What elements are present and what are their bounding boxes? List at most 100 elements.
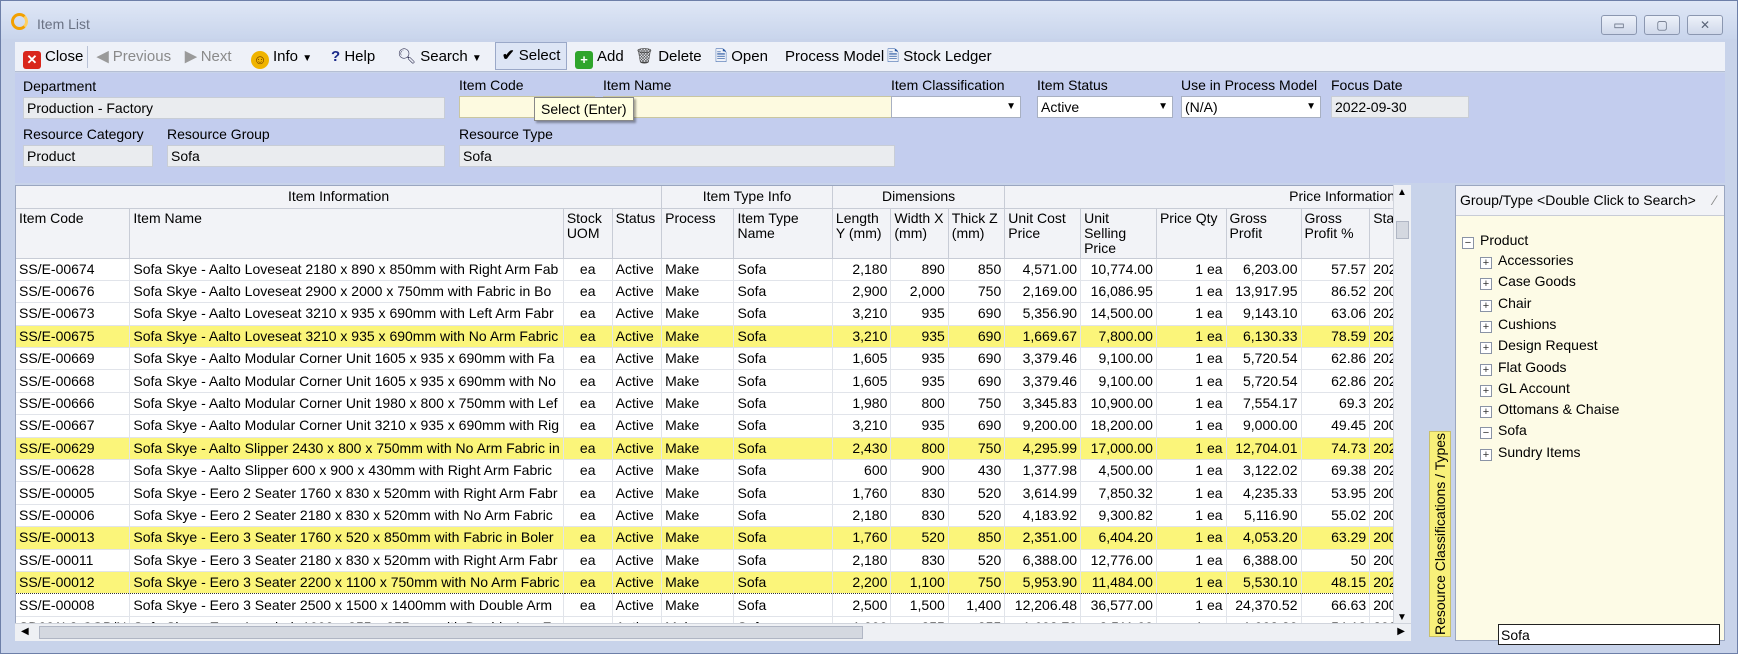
scroll-down-icon[interactable]: ▼ xyxy=(1397,612,1407,623)
collapse-icon[interactable]: − xyxy=(1462,237,1474,249)
column-header[interactable]: Gross Profit xyxy=(1226,208,1302,259)
tree-node-child[interactable]: − Sofa xyxy=(1480,420,1527,441)
search-dropdown-icon[interactable]: ▼ xyxy=(472,53,482,64)
table-row[interactable]: SS/E-00668 Sofa Skye - Aalto Modular Corn… xyxy=(16,369,1410,393)
tree-node-child[interactable]: + Design Request xyxy=(1480,335,1598,356)
column-header[interactable]: Status xyxy=(612,208,663,259)
tree-node-child[interactable]: + Chair xyxy=(1480,293,1531,314)
table-cell: 600 xyxy=(832,459,892,483)
table-row[interactable]: SS/E-00005 Sofa Skye - Eero 2 Seater 1760… xyxy=(16,481,1410,505)
column-header[interactable]: Item Name xyxy=(129,208,564,259)
scroll-left-icon[interactable]: ◀ xyxy=(21,626,29,637)
expand-icon[interactable]: + xyxy=(1480,278,1492,291)
item-name-field[interactable] xyxy=(603,96,893,118)
scroll-right-icon[interactable]: ▶ xyxy=(1397,626,1405,637)
table-cell: ea xyxy=(563,280,613,304)
expand-icon[interactable]: + xyxy=(1480,299,1492,312)
item-classification-select[interactable]: ▼ xyxy=(891,96,1021,118)
column-header[interactable]: Price Qty xyxy=(1156,208,1227,259)
select-button[interactable]: ✔ Select xyxy=(495,42,568,70)
table-row[interactable]: SS/E-00669 Sofa Skye - Aalto Modular Corn… xyxy=(16,347,1410,371)
expand-icon[interactable]: + xyxy=(1480,342,1492,355)
resource-group-field[interactable]: Sofa xyxy=(167,145,445,167)
column-header[interactable]: Thick Z (mm) xyxy=(948,208,1006,259)
resource-classifications-tab[interactable]: Resource Classifications / Types xyxy=(1429,431,1451,637)
column-header[interactable]: Unit Selling Price xyxy=(1080,208,1157,259)
close-button[interactable]: ✕ Close xyxy=(23,42,83,72)
column-header[interactable]: Length Y (mm) xyxy=(832,208,892,259)
maximize-button[interactable]: ▢ xyxy=(1644,15,1680,35)
column-header[interactable]: Item Code xyxy=(16,208,131,259)
table-row[interactable]: SS/E-00011 Sofa Skye - Eero 3 Seater 2180… xyxy=(16,549,1410,572)
expand-icon[interactable]: + xyxy=(1480,406,1492,419)
department-field[interactable]: Production - Factory xyxy=(23,97,445,119)
table-row[interactable]: SS/E-00008 Sofa Skye - Eero 3 Seater 2500… xyxy=(16,593,1410,617)
focus-date-label: Focus Date xyxy=(1331,77,1403,93)
item-status-select[interactable]: Active ▼ xyxy=(1037,96,1173,118)
chevron-down-icon[interactable]: ▼ xyxy=(1158,97,1168,117)
column-header[interactable]: Stock UOM xyxy=(563,208,613,259)
table-row[interactable]: SS/E-00012 Sofa Skye - Eero 3 Seater 2200… xyxy=(16,570,1410,595)
table-row[interactable]: SS/E-00675 Sofa Skye - Aalto Loveseat 321… xyxy=(16,325,1410,349)
expand-icon[interactable]: + xyxy=(1480,320,1492,333)
expand-icon[interactable]: + xyxy=(1480,363,1492,376)
stock-ledger-button[interactable]: 🗎︎ Stock Ledger xyxy=(887,42,992,72)
close-window-button[interactable]: ✕ xyxy=(1687,15,1723,35)
table-cell: ea xyxy=(563,347,613,371)
expand-icon[interactable]: + xyxy=(1480,448,1492,461)
tree-header[interactable]: Group/Type <Double Click to Search> ⁄ xyxy=(1456,186,1724,216)
tree-node-product[interactable]: − Product xyxy=(1462,230,1528,251)
table-row[interactable]: SS/E-00629 Sofa Skye - Aalto Slipper 2430… xyxy=(16,437,1410,461)
grid-vertical-scrollbar[interactable]: ▲ ▼ xyxy=(1393,185,1411,625)
column-header[interactable]: Unit Cost Price xyxy=(1004,208,1082,259)
tree-node-child[interactable]: + GL Account xyxy=(1480,378,1570,399)
tree-node-sofa-type[interactable]: Sofa xyxy=(1498,624,1720,645)
column-header[interactable]: Gross Profit % xyxy=(1301,208,1371,259)
table-row[interactable]: SS/E-00666 Sofa Skye - Aalto Modular Corn… xyxy=(16,392,1410,416)
expand-icon[interactable]: + xyxy=(1480,257,1492,269)
help-button[interactable]: ? Help xyxy=(331,42,375,72)
previous-button[interactable]: ◀ Previous xyxy=(97,42,171,72)
resource-category-field[interactable]: Product xyxy=(23,145,153,167)
table-row[interactable]: SS/E-00673 Sofa Skye - Aalto Loveseat 321… xyxy=(16,302,1410,326)
table-row[interactable]: SS/E-00676 Sofa Skye - Aalto Loveseat 290… xyxy=(16,280,1410,304)
table-row[interactable]: SS/E-00667 Sofa Skye - Aalto Modular Corn… xyxy=(16,414,1410,438)
scroll-thumb[interactable] xyxy=(39,626,863,639)
scroll-thumb[interactable] xyxy=(1396,221,1409,239)
info-dropdown-icon[interactable]: ▼ xyxy=(302,53,312,64)
department-label: Department xyxy=(23,78,97,94)
table-cell: 57.57 xyxy=(1301,258,1371,281)
table-row[interactable]: SS/E-00674 Sofa Skye - Aalto Loveseat 218… xyxy=(16,258,1410,281)
tree-node-child[interactable]: + Case Goods xyxy=(1480,271,1576,292)
tree-node-child[interactable]: + Sundry Items xyxy=(1480,442,1580,463)
collapse-icon[interactable]: − xyxy=(1480,427,1492,440)
scroll-up-icon[interactable]: ▲ xyxy=(1397,187,1407,198)
grid-horizontal-scrollbar[interactable]: ◀ ▶ xyxy=(15,623,1411,641)
table-row[interactable]: SS/E-00013 Sofa Skye - Eero 3 Seater 1760… xyxy=(16,526,1410,550)
search-button[interactable]: 🔍︎ Search ▼ xyxy=(397,42,482,72)
resource-type-field[interactable]: Sofa xyxy=(459,145,895,167)
open-button[interactable]: 🗎︎ Open xyxy=(715,42,768,72)
table-cell: Active xyxy=(612,280,663,304)
table-row[interactable]: SS/E-00628 Sofa Skye - Aalto Slipper 600 … xyxy=(16,459,1410,483)
tree-node-child[interactable]: + Flat Goods xyxy=(1480,357,1566,378)
table-row[interactable]: SS/E-00006 Sofa Skye - Eero 2 Seater 2180… xyxy=(16,504,1410,528)
tree-node-child[interactable]: + Accessories xyxy=(1480,250,1573,271)
item-grid: Item Information Item Type Info Dimensio… xyxy=(15,185,1411,641)
process-model-button[interactable]: Process Model xyxy=(785,42,884,72)
chevron-down-icon[interactable]: ▼ xyxy=(1006,97,1016,117)
delete-button[interactable]: 🗑︎ Delete xyxy=(635,42,702,72)
focus-date-field[interactable]: 2022-09-30 xyxy=(1331,96,1469,118)
info-button[interactable]: ☺ Info ▼ xyxy=(251,42,312,72)
column-header[interactable]: Width X (mm) xyxy=(890,208,949,259)
tree-node-child[interactable]: + Ottomans & Chaise xyxy=(1480,399,1619,420)
next-button[interactable]: ▶ Next xyxy=(185,42,232,72)
use-in-process-select[interactable]: (N/A) ▼ xyxy=(1181,96,1321,118)
minimize-button[interactable]: ▭ xyxy=(1601,15,1637,35)
add-button[interactable]: + Add xyxy=(575,42,624,72)
chevron-down-icon[interactable]: ▼ xyxy=(1306,97,1316,117)
expand-icon[interactable]: + xyxy=(1480,384,1492,397)
tree-node-child[interactable]: + Cushions xyxy=(1480,314,1556,335)
column-header[interactable]: Item Type Name xyxy=(733,208,833,259)
column-header[interactable]: Process xyxy=(661,208,735,259)
